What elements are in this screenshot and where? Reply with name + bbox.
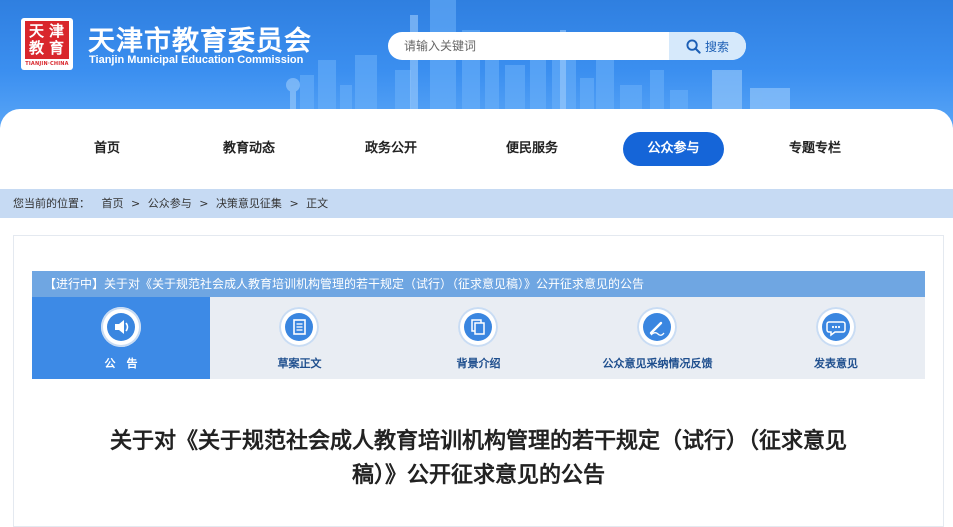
chat-icon <box>826 321 846 337</box>
tab-icon-circle <box>637 307 677 347</box>
site-logo[interactable]: 天 津 教 育 TIANJIN·CHINA <box>21 18 73 70</box>
search-bar: 搜索 <box>388 32 746 60</box>
tab-announcement[interactable]: 公 告 <box>32 297 210 379</box>
logo-seal: 天 津 教 育 <box>25 21 69 59</box>
notice-title: 关于对《关于规范社会成人教育培训机构管理的若干规定（试行）（征求意见稿）》公开征… <box>104 277 645 291</box>
nav-item-public-services[interactable]: 便民服务 <box>487 132 577 166</box>
site-subtitle: Tianjin Municipal Education Commission <box>89 54 304 66</box>
tab-bar: 公 告 草案正文 背景介绍 公众意见采纳情况反馈 发表意见 <box>32 297 925 379</box>
nav-item-home[interactable]: 首页 <box>62 132 152 166</box>
nav-item-public-participation[interactable]: 公众参与 <box>623 132 724 166</box>
tab-icon-circle <box>279 307 319 347</box>
tab-icon-bg <box>107 313 135 341</box>
status-badge: 【进行中】 <box>44 277 105 291</box>
breadcrumb-link-opinion-collection[interactable]: 决策意见征集 <box>216 189 282 218</box>
tab-icon-circle <box>816 307 856 347</box>
breadcrumb-prefix: 您当前的位置： <box>13 197 90 210</box>
tab-label: 发表意见 <box>814 357 858 370</box>
content-card: 【进行中】关于对《关于规范社会成人教育培训机构管理的若干规定（试行）（征求意见稿… <box>13 235 944 527</box>
article-title-line: 关于对《关于规范社会成人教育培训机构管理的若干规定（试行）（征求意见 <box>109 428 847 454</box>
site-title[interactable]: 天津市教育委员会 <box>88 19 312 58</box>
logo-char: 教 <box>29 39 45 57</box>
breadcrumb-current: 正文 <box>306 197 329 210</box>
article-title: 关于对《关于规范社会成人教育培训机构管理的若干规定（试行）（征求意见 稿）》公开… <box>32 424 925 492</box>
logo-char: 津 <box>49 22 65 40</box>
logo-char: 育 <box>49 39 65 57</box>
logo-char: 天 <box>29 22 45 40</box>
search-icon <box>686 38 701 54</box>
main-nav: 首页 教育动态 政务公开 便民服务 公众参与 专题专栏 <box>0 109 953 189</box>
breadcrumb-separator: > <box>289 197 299 210</box>
tab-label: 公众意见采纳情况反馈 <box>602 357 713 370</box>
nav-item-government-affairs[interactable]: 政务公开 <box>346 132 436 166</box>
notice-bar: 【进行中】关于对《关于规范社会成人教育培训机构管理的若干规定（试行）（征求意见稿… <box>32 271 925 297</box>
tab-icon-bg <box>464 313 492 341</box>
pen-icon <box>649 321 665 336</box>
copy-icon <box>471 319 485 335</box>
tab-background[interactable]: 背景介绍 <box>389 297 568 379</box>
search-input[interactable] <box>388 32 666 60</box>
breadcrumb: 您当前的位置： 首页 > 公众参与 > 决策意见征集 > 正文 <box>0 189 953 218</box>
logo-caption: TIANJIN·CHINA <box>25 61 69 67</box>
tab-icon-bg <box>643 313 671 341</box>
tab-icon-bg <box>822 313 850 341</box>
document-icon <box>293 319 306 335</box>
speaker-icon <box>115 320 129 334</box>
breadcrumb-link-participation[interactable]: 公众参与 <box>148 189 192 218</box>
search-button[interactable]: 搜索 <box>669 32 746 60</box>
nav-item-special-topics[interactable]: 专题专栏 <box>770 132 860 166</box>
tab-label: 背景介绍 <box>456 357 501 370</box>
breadcrumb-separator: > <box>199 197 209 210</box>
search-button-label: 搜索 <box>704 39 729 54</box>
tab-feedback[interactable]: 公众意见采纳情况反馈 <box>568 297 747 379</box>
tab-label: 公 告 <box>104 357 138 370</box>
tab-label: 草案正文 <box>277 357 322 370</box>
nav-item-education-news[interactable]: 教育动态 <box>204 132 294 166</box>
tab-submit-opinion[interactable]: 发表意见 <box>747 297 925 379</box>
tab-icon-circle <box>458 307 498 347</box>
tab-icon-circle <box>101 307 141 347</box>
tab-draft-text[interactable]: 草案正文 <box>210 297 389 379</box>
tab-icon-bg <box>285 313 313 341</box>
breadcrumb-link-home[interactable]: 首页 <box>102 189 124 218</box>
breadcrumb-separator: > <box>131 197 141 210</box>
article-title-line: 稿）》公开征求意见的公告 <box>351 462 605 488</box>
